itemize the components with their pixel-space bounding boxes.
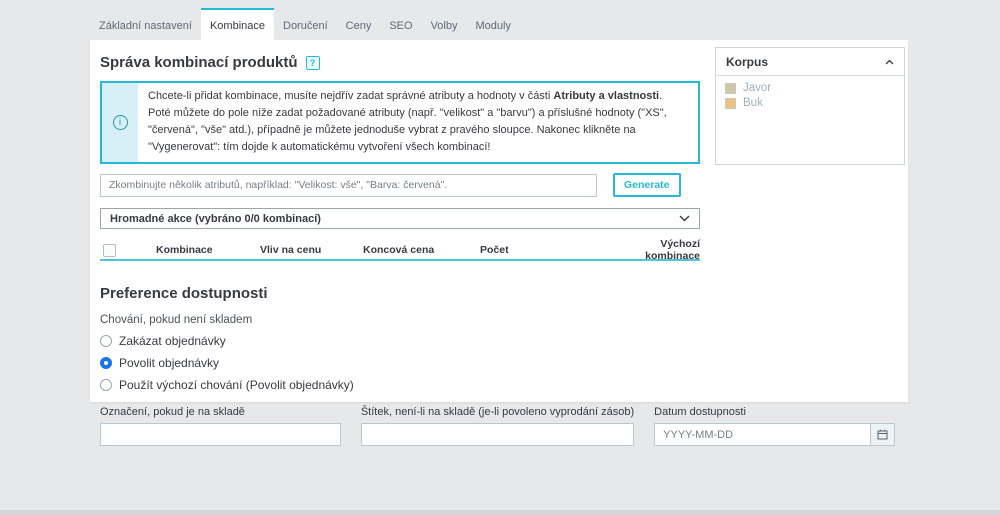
attribute-option-javor[interactable]: Javor (725, 82, 895, 94)
radio-label: Povolit objednávky (119, 356, 220, 371)
info-line1-prefix: Chcete-li přidat kombinace, musíte nejdř… (148, 90, 554, 102)
info-line2: Poté můžete do pole níže zadat požadovan… (148, 107, 667, 154)
info-line1-suffix: . (659, 90, 663, 102)
combinations-panel: Správa kombinací produktů ? i Chcete-li … (90, 40, 908, 447)
tab-kombinace[interactable]: Kombinace (200, 8, 274, 42)
info-alert-text: Chcete-li přidat kombinace, musíte nejdř… (138, 83, 698, 162)
combination-generator-row: Generate (100, 173, 700, 198)
panel-title-row: Správa kombinací produktů ? (100, 54, 700, 71)
column-header-vychozi-kombinace: Výchozí kombinace (645, 238, 700, 263)
tab-zakladni-nastaveni[interactable]: Základní nastavení (90, 8, 201, 40)
korpus-panel-header[interactable]: Korpus (716, 48, 904, 76)
radio-default-behavior[interactable]: Použít výchozí chování (Povolit objednáv… (100, 378, 895, 392)
radio-label: Zakázat objednávky (119, 334, 226, 349)
out-of-stock-behavior-label: Chování, pokud není skladem (100, 314, 253, 327)
column-header-vliv-na-cenu: Vliv na cenu (260, 244, 322, 257)
generate-button[interactable]: Generate (613, 173, 681, 198)
attribute-label: Buk (743, 97, 763, 109)
column-header-pocet: Počet (480, 244, 509, 257)
availability-title: Preference dostupnosti (100, 285, 268, 303)
radio-deny-orders[interactable]: Zakázat objednávky (100, 334, 895, 348)
product-tabs: Základní nastavení Kombinace Doručení Ce… (90, 8, 520, 42)
field-label: Označení, pokud je na skladě (100, 406, 245, 419)
help-icon[interactable]: ? (305, 55, 320, 70)
bulk-actions-dropdown[interactable]: Hromadné akce (vybráno 0/0 kombinací) (100, 208, 700, 230)
attribute-label: Javor (743, 82, 772, 94)
availability-date-field: Datum dostupnosti (654, 406, 896, 447)
in-stock-label-input[interactable] (100, 423, 341, 447)
window-bottom-edge (0, 510, 1000, 515)
tab-seo[interactable]: SEO (380, 8, 421, 40)
chevron-up-icon (885, 59, 894, 65)
attribute-group-panel-korpus: Korpus Javor Buk (715, 47, 905, 165)
combinations-table-header: Kombinace Vliv na cenu Koncová cena Poče… (100, 238, 700, 263)
availability-fields-row: Označení, pokud je na skladě Štítek, nen… (100, 406, 896, 447)
field-label: Štítek, není-li na skladě (je-li povolen… (360, 406, 635, 419)
radio-button-icon-selected[interactable] (100, 357, 112, 370)
attribute-option-buk[interactable]: Buk (725, 97, 895, 109)
info-icon-cell: i (102, 83, 138, 163)
tab-doruceni[interactable]: Doručení (274, 8, 337, 40)
column-header-kombinace: Kombinace (156, 244, 213, 257)
color-swatch-javor (725, 82, 736, 94)
in-stock-label-field: Označení, pokud je na skladě (100, 406, 341, 447)
korpus-panel-title: Korpus (726, 54, 768, 69)
color-swatch-buk (725, 97, 736, 109)
attribute-combination-input[interactable] (100, 173, 597, 197)
bulk-actions-label: Hromadné akce (vybráno 0/0 kombinací) (110, 212, 321, 225)
tab-volby[interactable]: Volby (422, 8, 467, 40)
tab-moduly[interactable]: Moduly (466, 8, 519, 40)
availability-date-input[interactable] (655, 424, 871, 446)
page-title: Správa kombinací produktů (100, 54, 298, 71)
tab-ceny[interactable]: Ceny (337, 8, 381, 40)
radio-button-icon[interactable] (100, 379, 112, 392)
info-icon: i (112, 115, 128, 131)
radio-allow-orders[interactable]: Povolit objednávky (100, 356, 895, 370)
availability-section: Preference dostupnosti Chování, pokud ne… (100, 285, 896, 447)
field-label: Datum dostupnosti (654, 406, 746, 419)
radio-button-icon[interactable] (100, 335, 112, 348)
chevron-down-icon (679, 215, 690, 222)
out-of-stock-label-input[interactable] (360, 423, 635, 447)
out-of-stock-label-field: Štítek, není-li na skladě (je-li povolen… (360, 406, 635, 447)
date-input-wrapper (654, 423, 896, 447)
combinations-main-column: Správa kombinací produktů ? i Chcete-li … (100, 54, 700, 263)
radio-label: Použít výchozí chování (Povolit objednáv… (119, 378, 354, 393)
select-all-checkbox[interactable] (103, 243, 116, 257)
info-alert: i Chcete-li přidat kombinace, musíte nej… (100, 81, 700, 165)
column-header-koncova-cena: Koncová cena (363, 244, 435, 257)
info-line1-bold: Atributy a vlastnosti (553, 90, 660, 102)
calendar-icon[interactable] (870, 424, 895, 446)
korpus-attribute-list: Javor Buk (716, 76, 904, 118)
